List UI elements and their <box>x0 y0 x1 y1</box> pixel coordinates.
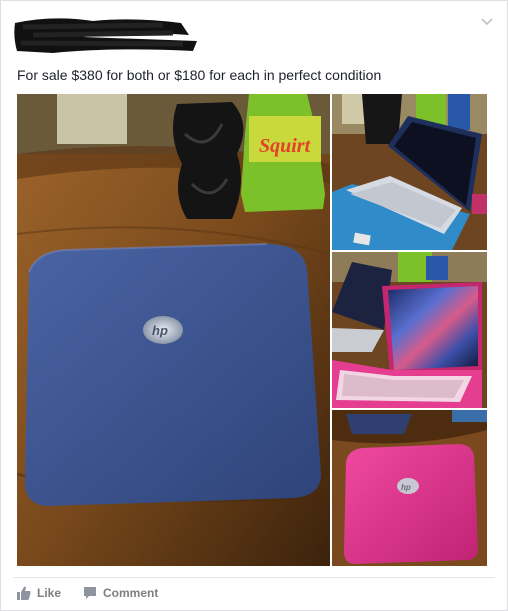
hp-logo-text-pink: hp <box>401 483 411 492</box>
chevron-down-icon[interactable] <box>481 15 493 27</box>
hp-logo-text: hp <box>152 323 168 338</box>
action-bar: Like Comment <box>17 583 158 603</box>
photo-thumb-1[interactable] <box>332 94 487 250</box>
divider <box>13 577 495 578</box>
redacted-author-name <box>14 18 198 53</box>
speech-bubble-icon <box>84 587 97 599</box>
photo-main[interactable]: Squirt hp <box>17 94 330 566</box>
photo-thumb-2[interactable] <box>332 252 487 408</box>
bottle-brand-text: Squirt <box>259 135 312 157</box>
post-message: For sale $380 for both or $180 for each … <box>17 67 382 83</box>
like-button[interactable]: Like <box>17 586 61 600</box>
comment-button[interactable]: Comment <box>83 586 158 600</box>
post-card: For sale $380 for both or $180 for each … <box>0 0 508 611</box>
photo-thumb-3[interactable]: hp <box>332 410 487 566</box>
like-label: Like <box>37 586 62 600</box>
thumbs-up-icon <box>17 586 31 600</box>
comment-label: Comment <box>103 586 159 600</box>
photo-grid: Squirt hp hp <box>17 94 487 566</box>
